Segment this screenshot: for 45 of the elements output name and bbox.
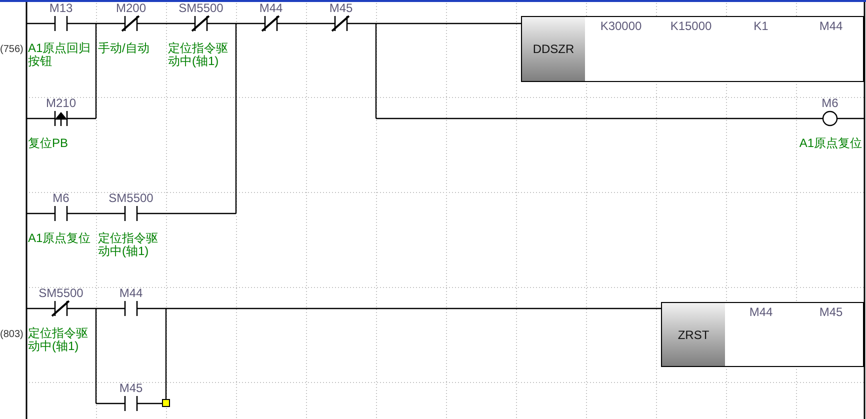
closed-contact-symbol[interactable] xyxy=(331,15,350,32)
instruction-block[interactable]: DDSZR K30000 K15000 K1 M44 xyxy=(521,16,864,82)
instruction-name: DDSZR xyxy=(522,17,585,81)
device-label: M45 xyxy=(328,2,354,15)
contact-symbol[interactable] xyxy=(54,16,68,31)
device-label: SM5500 xyxy=(108,191,154,205)
device-comment: A1原点复位 xyxy=(798,137,862,150)
closed-contact-symbol[interactable] xyxy=(261,15,280,32)
contact-symbol[interactable] xyxy=(124,396,138,411)
closed-contact-symbol[interactable] xyxy=(51,300,70,317)
closed-contact-symbol[interactable] xyxy=(191,15,210,32)
step-number: (756) xyxy=(0,44,24,56)
operand-label: K1 xyxy=(752,19,770,33)
instruction-name: ZRST xyxy=(662,303,725,366)
cursor-marker xyxy=(162,399,170,407)
closed-contact-symbol[interactable] xyxy=(121,15,140,32)
device-comment: 定位指令驱动中(轴1) xyxy=(168,42,229,68)
device-label: M6 xyxy=(52,191,70,205)
device-label: M200 xyxy=(114,2,148,15)
operand-label: K30000 xyxy=(599,19,643,33)
device-label: M44 xyxy=(118,286,144,300)
device-comment: 复位PB xyxy=(28,137,70,150)
device-label: M6 xyxy=(820,96,840,110)
coil-symbol[interactable] xyxy=(822,110,838,126)
operand-label: K15000 xyxy=(669,19,713,33)
device-comment: A1原点复位 xyxy=(28,232,92,245)
device-label: M13 xyxy=(48,2,74,15)
instruction-block[interactable]: ZRST M44 M45 xyxy=(661,302,864,367)
device-label: SM5500 xyxy=(178,2,224,15)
operand-label: M45 xyxy=(818,305,844,319)
device-comment: A1原点回归按钮 xyxy=(28,42,92,68)
rising-edge-contact-symbol[interactable] xyxy=(54,111,68,126)
operand-label: M44 xyxy=(818,19,844,33)
device-label: M45 xyxy=(118,381,144,395)
device-label: M44 xyxy=(258,2,284,15)
operand-label: M44 xyxy=(748,305,774,319)
contact-symbol[interactable] xyxy=(124,301,138,316)
step-number: (803) xyxy=(0,329,24,341)
device-label: SM5500 xyxy=(38,286,84,300)
contact-symbol[interactable] xyxy=(124,206,138,221)
device-comment: 定位指令驱动中(轴1) xyxy=(28,327,89,353)
device-comment: 定位指令驱动中(轴1) xyxy=(98,232,159,258)
device-label: M210 xyxy=(44,96,78,110)
device-comment: 手动/自动 xyxy=(98,42,150,55)
contact-symbol[interactable] xyxy=(54,206,68,221)
